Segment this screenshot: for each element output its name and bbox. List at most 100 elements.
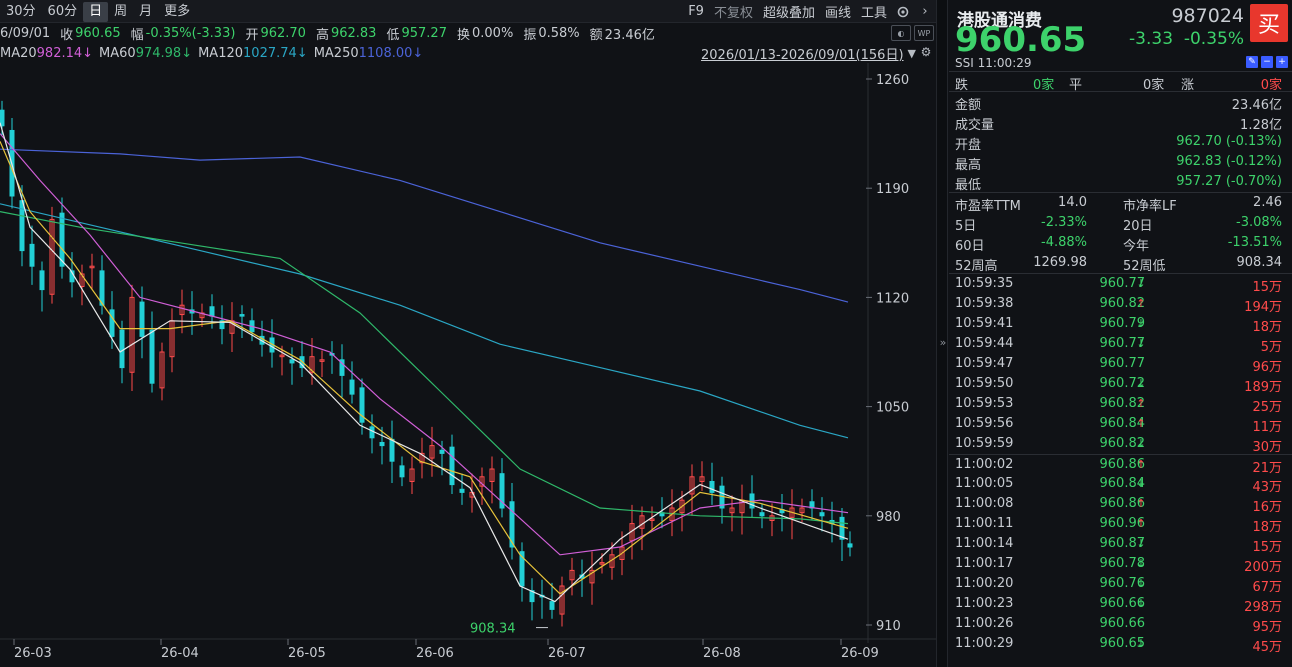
x-tick-label: 26-03 xyxy=(14,646,52,661)
candle-body xyxy=(379,441,385,447)
buy-button[interactable]: 买 xyxy=(1250,4,1288,42)
ma120-label: MA120 xyxy=(198,45,244,61)
stat-value: 1.28亿 xyxy=(1240,118,1282,133)
stat-value: 962.83 (-0.12%) xyxy=(1176,154,1282,169)
d20-value: -3.08% xyxy=(1236,215,1282,230)
chart-tools: F9 不复权 超级叠加 画线 工具 › xyxy=(683,0,936,23)
tab-more[interactable]: 更多 xyxy=(158,2,196,22)
info-date: 6/09/01 xyxy=(0,25,51,41)
tick-arrow-icon: ↓ xyxy=(1136,377,1146,390)
settings-icon[interactable] xyxy=(892,1,914,23)
tick-volume: 5万 xyxy=(1260,340,1282,355)
stat-label: 成交量 xyxy=(955,118,995,133)
date-range[interactable]: 2026/01/13-2026/09/01(156日) xyxy=(701,44,904,63)
ma250-line xyxy=(0,148,849,303)
candle-body xyxy=(349,379,355,395)
high-value: 962.83 xyxy=(330,25,377,41)
draw-line-button[interactable]: 画线 xyxy=(820,2,856,21)
panel-divider[interactable]: » xyxy=(936,0,948,667)
week52-row: 52周高 1269.98 52周低 908.34 xyxy=(949,253,1292,274)
ytd-value: -13.51% xyxy=(1227,235,1282,250)
tick-time: 11:00:23 xyxy=(955,596,1014,611)
tick-row: 10:59:47 960.77 96万 xyxy=(949,354,1292,375)
stat-row-amount: 金额 23.46亿 xyxy=(949,92,1292,113)
range-selector[interactable]: 2026/01/13-2026/09/01(156日) ▼ ⚙ xyxy=(690,43,936,63)
tick-row: 11:00:29 960.65 ↓ 45万 xyxy=(949,634,1292,655)
tab-monthly[interactable]: 月 xyxy=(133,2,158,22)
last-price: 960.65 xyxy=(955,20,1087,60)
tick-volume: 16万 xyxy=(1252,500,1282,515)
d5-label: 5日 xyxy=(955,219,977,234)
candle-body xyxy=(399,465,405,478)
wp-icon[interactable]: WP xyxy=(914,25,934,41)
super-overlay-button[interactable]: 超级叠加 xyxy=(758,2,820,21)
candle-body xyxy=(759,512,765,517)
candle-body xyxy=(549,601,555,610)
tab-weekly[interactable]: 周 xyxy=(108,2,133,22)
stat-label: 最低 xyxy=(955,178,982,193)
d60-label: 60日 xyxy=(955,239,985,254)
tick-time: 10:59:44 xyxy=(955,336,1014,351)
kline-svg[interactable]: 910 980 1050 1120 1190 1260 26-03 26-04 26-05 26-… xyxy=(0,63,936,667)
swing-label: 振 xyxy=(523,27,537,43)
tick-arrow-icon: ↓ xyxy=(1136,477,1146,490)
stat-value: 957.27 (-0.70%) xyxy=(1176,174,1282,189)
no-adjust-button[interactable]: 不复权 xyxy=(709,2,758,21)
turnover-value: 0.00% xyxy=(472,25,514,41)
tick-list[interactable]: 10:59:35 960.77 ↓ 15万 10:59:38 960.82 ↑ 194万 10:… xyxy=(949,274,1292,655)
kline-chart[interactable]: 910 980 1050 1120 1190 1260 26-03 26-04 26-05 26-… xyxy=(0,63,936,667)
collapse-chevron-icon[interactable]: » xyxy=(937,336,949,349)
plus-icon[interactable]: + xyxy=(1276,56,1288,68)
tick-price: 960.77 xyxy=(1099,356,1146,371)
ma5-line xyxy=(0,122,849,603)
tick-time: 10:59:53 xyxy=(955,396,1014,411)
tools-button[interactable]: 工具 xyxy=(856,2,892,21)
candle-body xyxy=(109,309,115,337)
candle-body xyxy=(99,270,105,306)
stat-label: 金额 xyxy=(955,98,982,113)
stat-row-high: 最高 962.83 (-0.12%) xyxy=(949,152,1292,173)
candle-body xyxy=(369,426,375,439)
tick-time: 10:59:50 xyxy=(955,376,1014,391)
candle-body xyxy=(209,306,215,317)
tab-30min[interactable]: 30分 xyxy=(0,2,42,22)
tick-row: 10:59:59 960.82 ↓ 30万 xyxy=(949,434,1292,455)
tick-row: 11:00:14 960.87 ↓ 15万 xyxy=(949,534,1292,555)
x-tick-label: 26-08 xyxy=(703,646,741,661)
pe-label: 市盈率TTM xyxy=(955,199,1021,214)
ma250-value: 1108.00↓ xyxy=(358,45,424,61)
dropdown-triangle-icon[interactable]: ▼ xyxy=(908,47,916,60)
tick-volume: 45万 xyxy=(1252,640,1282,655)
tab-daily[interactable]: 日 xyxy=(83,1,109,22)
ma20-label: MA20 xyxy=(0,45,37,61)
tick-row: 10:59:53 960.82 ↑ 25万 xyxy=(949,394,1292,415)
pb-value: 2.46 xyxy=(1253,195,1282,210)
tick-price: 960.66 xyxy=(1099,616,1146,631)
candle-body xyxy=(389,438,395,462)
tick-time: 11:00:20 xyxy=(955,576,1014,591)
tick-time: 11:00:14 xyxy=(955,536,1014,551)
candle-body xyxy=(149,329,155,384)
tick-row: 10:59:38 960.82 ↑ 194万 xyxy=(949,294,1292,315)
w52h-value: 1269.98 xyxy=(1033,255,1087,270)
advance-decline-row: 跌 0家 平 0家 涨 0家 xyxy=(949,72,1292,93)
tick-volume: 298万 xyxy=(1244,600,1282,615)
tick-volume: 25万 xyxy=(1252,400,1282,415)
ma120-line xyxy=(0,203,849,439)
hk-icon[interactable]: ◐ xyxy=(891,25,911,41)
tick-arrow-icon: ↑ xyxy=(1136,397,1146,410)
minus-icon[interactable]: − xyxy=(1261,56,1273,68)
candle-body xyxy=(439,449,445,454)
tick-volume: 15万 xyxy=(1252,540,1282,555)
gear-icon[interactable]: ⚙ xyxy=(918,45,934,61)
tick-row: 10:59:35 960.77 ↓ 15万 xyxy=(949,274,1292,295)
edit-icon[interactable]: ✎ xyxy=(1246,56,1258,68)
candle-body xyxy=(709,480,715,493)
tab-60min[interactable]: 60分 xyxy=(42,2,84,22)
chevron-right-icon[interactable]: › xyxy=(914,1,936,23)
stat-label: 开盘 xyxy=(955,138,982,153)
tick-volume: 11万 xyxy=(1252,420,1282,435)
x-tick-label: 26-07 xyxy=(548,646,586,661)
f9-button[interactable]: F9 xyxy=(683,4,709,19)
ma120-value: 1027.74↓ xyxy=(243,45,308,61)
